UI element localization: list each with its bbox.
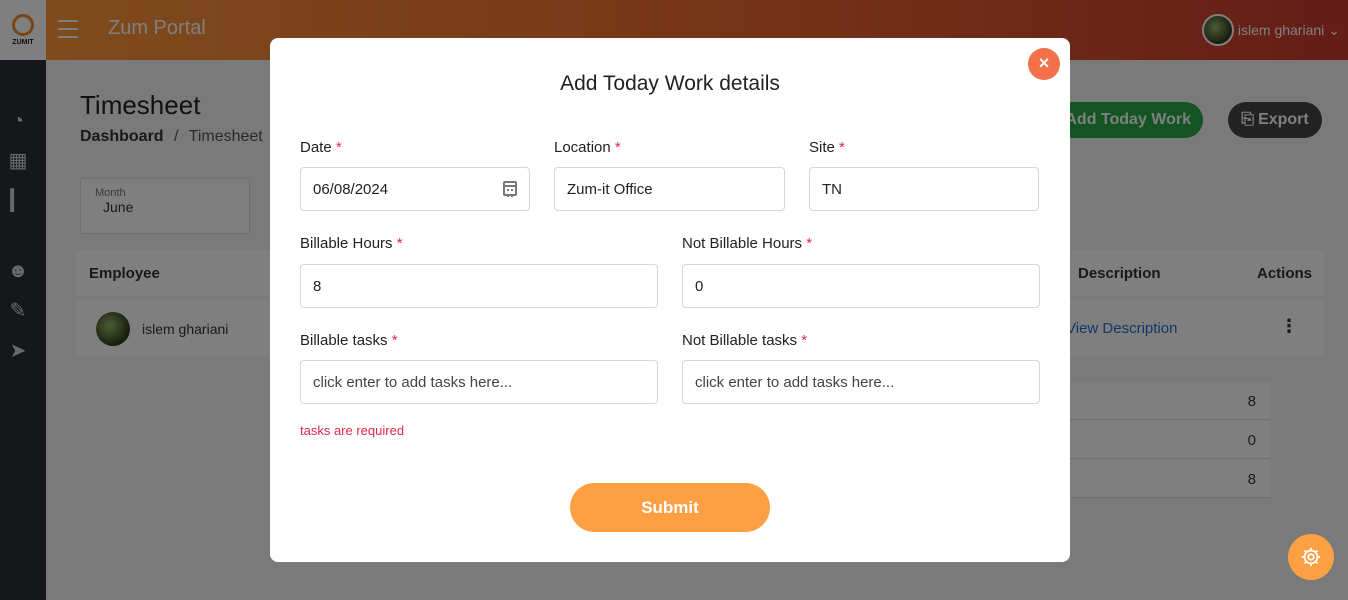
not-billable-hours-label: Not Billable Hours * — [682, 235, 813, 252]
not-billable-tasks-label: Not Billable tasks * — [682, 332, 808, 349]
location-input[interactable]: Zum-it Office — [554, 167, 785, 211]
not-billable-tasks-input[interactable]: click enter to add tasks here... — [682, 360, 1040, 404]
location-value: Zum-it Office — [567, 180, 653, 198]
submit-button[interactable]: Submit — [570, 483, 770, 532]
site-value: TN — [822, 180, 842, 198]
settings-button[interactable] — [1288, 534, 1334, 580]
site-label: Site * — [809, 139, 845, 156]
gear-icon — [1301, 547, 1321, 567]
billable-tasks-input[interactable]: click enter to add tasks here... — [300, 360, 658, 404]
billable-tasks-label: Billable tasks * — [300, 332, 398, 349]
date-label: Date * — [300, 139, 342, 156]
billable-hours-label: Billable Hours * — [300, 235, 403, 252]
modal-title: Add Today Work details — [560, 72, 780, 95]
not-billable-hours-input[interactable]: 0 — [682, 264, 1040, 308]
date-input[interactable]: 06/08/2024 — [300, 167, 530, 211]
not-billable-tasks-placeholder: click enter to add tasks here... — [695, 373, 895, 391]
close-icon: × — [1038, 53, 1050, 73]
close-button[interactable]: × — [1028, 48, 1060, 80]
site-input[interactable]: TN — [809, 167, 1039, 211]
add-work-modal: Add Today Work details × Date * 06/08/20… — [270, 38, 1070, 562]
calendar-icon[interactable] — [503, 181, 517, 197]
billable-hours-input[interactable]: 8 — [300, 264, 658, 308]
location-label: Location * — [554, 139, 621, 156]
billable-hours-value: 8 — [313, 277, 322, 295]
billable-tasks-placeholder: click enter to add tasks here... — [313, 373, 513, 391]
tasks-error-message: tasks are required — [300, 423, 405, 438]
date-value: 06/08/2024 — [313, 180, 389, 198]
not-billable-hours-value: 0 — [695, 277, 704, 295]
